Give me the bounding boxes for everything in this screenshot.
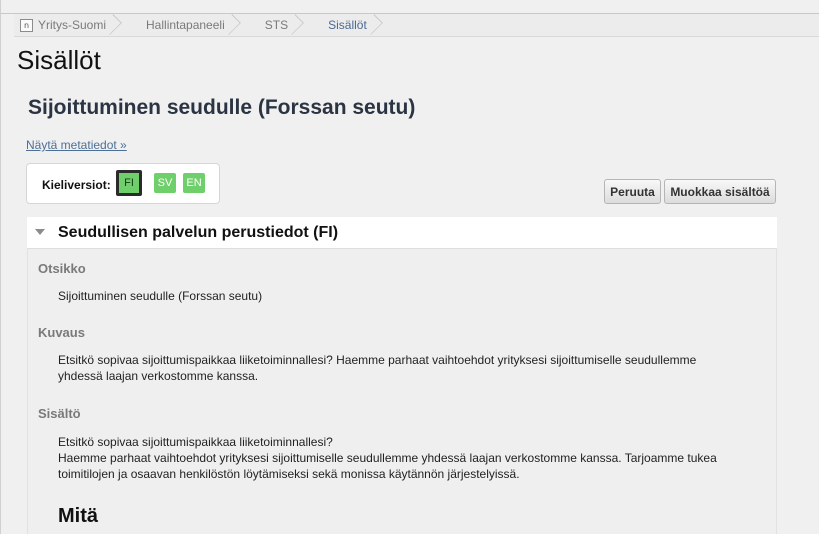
show-metadata-link[interactable]: Näytä metatiedot » [26,138,127,152]
text-line: yhdessä laajan verkostomme kanssa. [58,369,259,383]
breadcrumb-item-sisallot[interactable]: Sisällöt [306,14,385,36]
breadcrumb-label: Yritys-Suomi [38,18,107,32]
field-value-otsikko: Sijoittuminen seudulle (Forssan seutu) [58,288,758,304]
language-sv-button[interactable]: SV [154,173,176,193]
breadcrumb-label: Sisällöt [328,18,367,32]
edit-content-button[interactable]: Muokkaa sisältöä [664,179,776,204]
panel-title: Seudullisen palvelun perustiedot (FI) [58,224,339,241]
text-line: Sijoittuminen seudulle (Forssan seutu) [58,289,263,303]
breadcrumb-item-yritys-suomi[interactable]: n Yritys-Suomi [14,14,124,36]
panel-body: Otsikko Sijoittuminen seudulle (Forssan … [27,249,777,534]
text-line: Haemme parhaat vaihtoehdot yrityksesi si… [58,451,717,465]
content-title: Sijoittuminen seudulle (Forssan seutu) [28,96,416,119]
breadcrumb: n Yritys-Suomi Hallintapaneeli STS Sisäl… [14,14,819,37]
breadcrumb-label: STS [264,18,289,32]
content-subheading: Mitä [58,505,98,527]
text-line: Etsitkö sopivaa sijoittumispaikkaa liike… [58,435,333,449]
home-icon: n [20,18,33,32]
field-value-kuvaus: Etsitkö sopivaa sijoittumispaikkaa liike… [58,352,758,384]
language-fi-button[interactable]: FI [116,170,142,196]
field-value-sisalto: Etsitkö sopivaa sijoittumispaikkaa liike… [58,434,758,482]
field-label-otsikko: Otsikko [38,261,86,276]
breadcrumb-item-sts[interactable]: STS [243,14,306,36]
field-label-sisalto: Sisältö [38,406,81,421]
language-en-button[interactable]: EN [183,173,205,193]
page-title: Sisällöt [17,45,101,75]
language-versions-label: Kieliversiot: [42,178,111,192]
text-line: Etsitkö sopivaa sijoittumispaikkaa liike… [58,353,697,367]
language-versions-box: Kieliversiot: FI SV EN [26,163,220,204]
field-label-kuvaus: Kuvaus [38,325,85,340]
panel-header[interactable]: Seudullisen palvelun perustiedot (FI) [27,217,777,249]
breadcrumb-item-hallintapaneeli[interactable]: Hallintapaneeli [124,14,243,36]
breadcrumb-label: Hallintapaneeli [146,18,225,32]
text-line: toimitilojen ja osaavan henkilöstön löyt… [58,467,520,481]
collapse-triangle-icon[interactable] [35,229,45,235]
cancel-button[interactable]: Peruuta [604,179,661,204]
